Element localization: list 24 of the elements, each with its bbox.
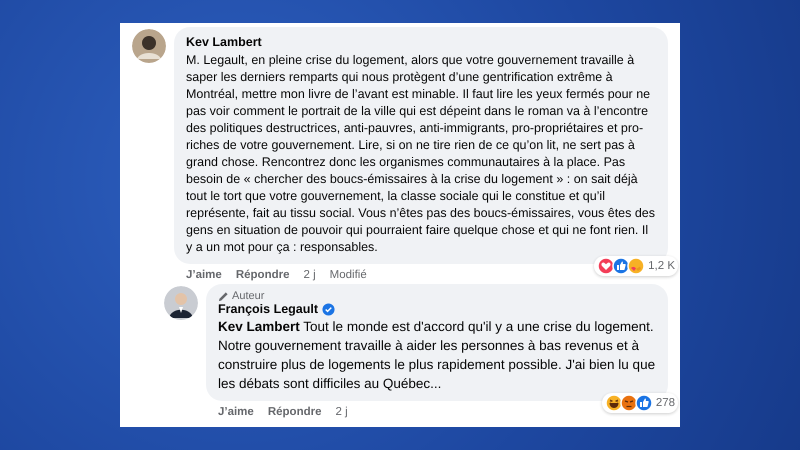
laughing-face-icon [604,394,623,412]
author-name[interactable]: François Legault [218,302,318,316]
avatar[interactable] [132,29,166,63]
like-link[interactable]: J’aime [186,269,222,281]
timestamp: 2 j [303,269,316,281]
reply-text: Kev Lambert Tout le monde est d'accord qu'il y a une crise du logement. Notre gouvernement travaille à aider les personnes à bas revenus et à construire plus de logements le plus rapidement possible. J'ai bien lu que les débats sont difficiles au Québec... [218,318,656,393]
timestamp: 2 j [335,406,348,418]
author-name[interactable]: Kev Lambert [186,35,262,49]
reply-link[interactable]: Répondre [236,269,290,281]
thumbs-up-icon [634,394,653,412]
author-label: Auteur [232,290,264,302]
like-link[interactable]: J’aime [218,406,254,418]
reactions-summary[interactable]: 1,2 K [594,256,678,276]
reaction-count: 1,2 K [648,260,675,272]
comment-text: M. Legault, en pleine crise du logement, alors que votre gouvernement travaille à saper les derniers remparts qui nous protègent d’une gentrification extrême à Montréal, mettre mon livre de l’avant est minable. Il faut lire les yeux fermés pour ne pas voir comment le portrait de la ville qui est dépeint dans le roman va à l’encontre des politiques destructrices, anti-pauvres, anti-immigrants, pro-propriétaires et pro-riches de votre gouvernement. Lire, si on ne tire rien de ce qu’on lit, ne sert pas à grand chose. Rencontrez donc les organismes communautaires à la place. Pas besoin de « chercher des boucs-émissaires à la crise du logement » : on sait déjà tout le tort que votre gouvernement, la classe sociale qui le constitue et qu’il représente, fait au tissu social. Vous n’êtes pas des boucs-émissaires, vous êtes des gens en situation de pouvoir qui pourraient faire quelque chose et qui ne font rien. Il y a un mot pour ça : responsables. [186,52,656,256]
reaction-count: 278 [656,397,675,409]
thumbs-up-icon [612,257,630,275]
heart-reaction-icon [597,257,616,275]
angry-face-icon [620,394,638,412]
edited-label: Modifié [330,269,367,281]
pencil-icon [218,290,229,302]
reactions-summary[interactable]: 278 [602,393,678,413]
reply-link[interactable]: Répondre [268,406,322,418]
avatar[interactable] [164,286,198,320]
